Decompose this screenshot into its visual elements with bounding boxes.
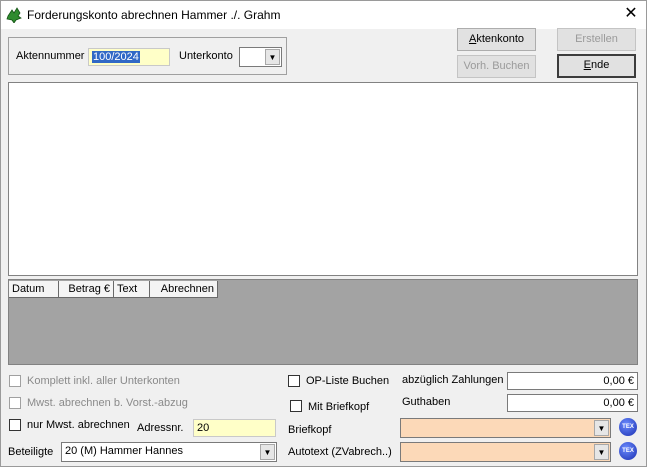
guthaben-value: 0,00 € [603,397,634,409]
aktennummer-value: 100/2024 [92,51,140,63]
adressnr-value: 20 [197,422,210,434]
unterkonto-label: Unterkonto [179,50,233,62]
vorh-buchen-label: Vorh. Buchen [463,60,530,72]
chevron-down-icon[interactable]: ▼ [594,444,609,460]
grid-header-datum[interactable]: Datum [9,281,59,298]
tex-icon[interactable]: TEX [619,418,637,436]
chevron-down-icon[interactable]: ▼ [265,49,280,65]
autotext-combo[interactable]: ▼ [400,442,611,462]
beteiligte-label: Beteiligte [8,446,54,458]
vorh-buchen-button[interactable]: Vorh. Buchen [457,55,536,78]
grid-header-betrag[interactable]: Betrag € [59,281,114,298]
ende-button[interactable]: Ende [557,54,636,78]
op-liste-label: OP-Liste Buchen [306,375,390,387]
op-liste-checkbox[interactable] [288,375,300,387]
erstellen-label: Erstellen [575,33,618,45]
preview-textarea[interactable] [8,82,638,276]
abzueglich-label: abzüglich Zahlungen [402,374,504,386]
aktennummer-label: Aktennummer [16,50,85,62]
nur-mwst-label: nur Mwst. abrechnen [27,419,130,431]
adressnr-input[interactable]: 20 [193,419,276,437]
komplett-checkbox[interactable] [9,375,21,387]
grid-header-abrechnen[interactable]: Abrechnen [150,281,218,298]
ende-mnemonic: E [583,59,591,71]
aktenkonto-label: ktenkonto [476,33,525,45]
close-icon: ✕ [624,5,638,22]
abzueglich-field[interactable]: 0,00 € [507,372,638,390]
close-button[interactable]: ✕ [619,3,643,25]
dialog-window: Forderungskonto abrechnen Hammer ./. Gra… [0,0,647,467]
adressnr-label: Adressnr. [137,422,184,434]
beteiligte-combo[interactable]: 20 (M) Hammer Hannes ▼ [61,442,277,462]
nur-mwst-checkbox[interactable] [9,419,21,431]
komplett-label: Komplett inkl. aller Unterkonten [27,375,180,387]
chevron-down-icon[interactable]: ▼ [594,420,609,436]
aktenkonto-button[interactable]: Aktenkonto [457,28,536,51]
guthaben-field[interactable]: 0,00 € [507,394,638,412]
mit-briefkopf-label: Mit Briefkopf [308,401,370,413]
ende-label: nde [590,59,610,71]
briefkopf-label: Briefkopf [288,424,332,436]
mit-briefkopf-checkbox[interactable] [290,400,302,412]
window-title: Forderungskonto abrechnen Hammer ./. Gra… [27,8,281,22]
mwst-vorst-label: Mwst. abrechnen b. Vorst.-abzug [27,397,188,409]
title-bar: Forderungskonto abrechnen Hammer ./. Gra… [1,1,646,29]
tex-icon[interactable]: TEX [619,442,637,460]
erstellen-button[interactable]: Erstellen [557,28,636,51]
abzueglich-value: 0,00 € [603,375,634,387]
beteiligte-value: 20 (M) Hammer Hannes [65,445,183,457]
aktennummer-input[interactable]: 100/2024 [88,48,170,66]
mwst-vorst-checkbox[interactable] [9,397,21,409]
briefkopf-combo[interactable]: ▼ [400,418,611,438]
guthaben-label: Guthaben [402,396,451,408]
chevron-down-icon[interactable]: ▼ [260,444,275,460]
autotext-label: Autotext (ZVabrech..) [288,446,392,458]
positions-grid[interactable]: Datum Betrag € Text Abrechnen [8,279,638,365]
unterkonto-combo[interactable]: ▼ [239,47,282,67]
app-leaf-icon [6,7,22,23]
akten-groupbox: Aktennummer 100/2024 Unterkonto ▼ [8,37,287,75]
grid-header-text[interactable]: Text [114,281,150,298]
